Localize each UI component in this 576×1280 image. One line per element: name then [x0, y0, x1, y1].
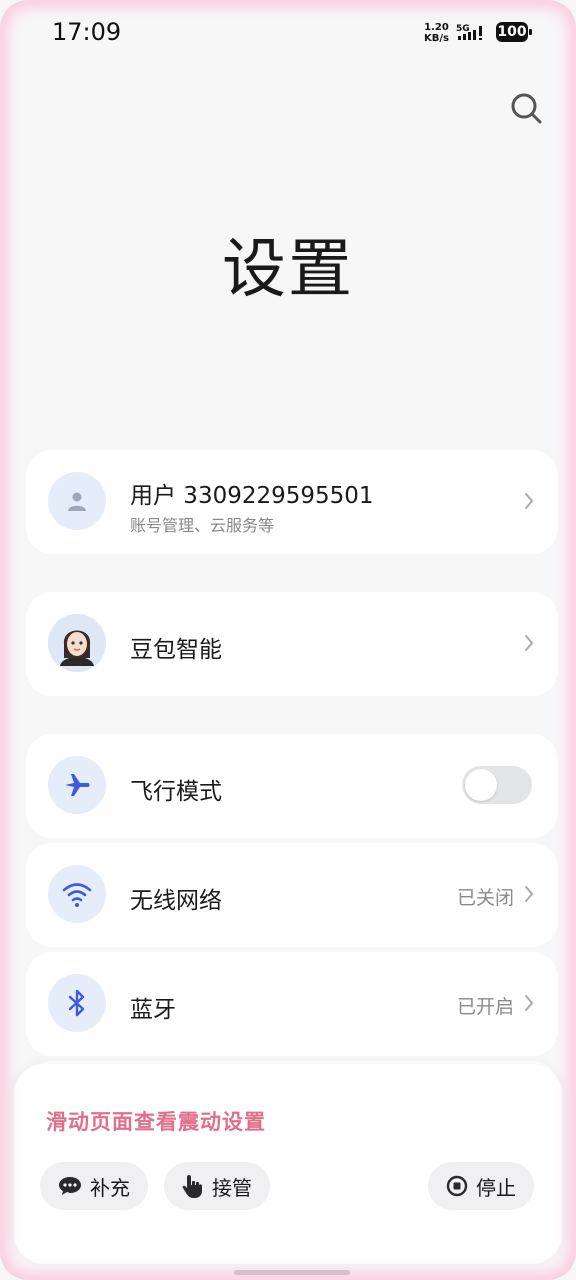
- net-speed-value: 1.20: [424, 22, 449, 33]
- bluetooth-icon-wrap: [48, 974, 106, 1032]
- chevron-right-icon: [525, 493, 534, 509]
- search-icon[interactable]: [508, 90, 544, 126]
- airplane-icon-wrap: [48, 756, 106, 814]
- signal-icon: 5G: [456, 24, 482, 40]
- agent-hint-text: 滑动页面查看震动设置: [46, 1110, 266, 1134]
- assistant-avatar-icon: [48, 614, 106, 672]
- wifi-row[interactable]: 无线网络 已关闭: [26, 843, 558, 947]
- toggle-knob: [465, 769, 497, 801]
- chevron-right-icon: [525, 995, 534, 1011]
- home-indicator[interactable]: [234, 1270, 350, 1275]
- chat-bubble-icon: [59, 1177, 81, 1195]
- stop-icon: [446, 1175, 468, 1197]
- wifi-status: 已关闭: [456, 887, 514, 909]
- airplane-mode-toggle[interactable]: [462, 766, 532, 804]
- network-type: 5G: [456, 24, 470, 34]
- supplement-button[interactable]: 补充: [40, 1162, 148, 1210]
- hand-pointer-icon: [182, 1175, 202, 1198]
- wifi-icon: [62, 883, 92, 907]
- account-subtitle: 账号管理、云服务等: [130, 516, 275, 535]
- user-icon: [68, 492, 86, 511]
- chevron-right-icon: [525, 635, 534, 651]
- battery-indicator: 100: [496, 22, 532, 42]
- airplane-mode-row[interactable]: 飞行模式: [26, 734, 558, 838]
- takeover-label: 接管: [212, 1175, 252, 1200]
- agent-control-panel: 滑动页面查看震动设置 补充 接管 停止: [14, 1064, 562, 1264]
- bluetooth-icon: [68, 989, 85, 1017]
- page-title: 设置: [222, 233, 354, 307]
- stop-label: 停止: [476, 1175, 516, 1200]
- bluetooth-status: 已开启: [456, 996, 514, 1018]
- account-card[interactable]: 用户 3309229595501 账号管理、云服务等: [26, 450, 558, 554]
- takeover-button[interactable]: 接管: [164, 1162, 270, 1210]
- bluetooth-row[interactable]: 蓝牙 已开启: [26, 952, 558, 1056]
- status-time: 17:09: [52, 18, 122, 46]
- net-speed: 1.20 KB/s: [424, 22, 449, 44]
- status-bar: 17:09 1.20 KB/s 5G 100: [0, 0, 576, 64]
- stop-button[interactable]: 停止: [428, 1162, 534, 1210]
- chevron-right-icon: [525, 886, 534, 902]
- assistant-label: 豆包智能: [130, 637, 222, 663]
- wifi-label: 无线网络: [130, 888, 222, 914]
- account-name: 用户 3309229595501: [130, 483, 374, 509]
- airplane-mode-label: 飞行模式: [130, 779, 222, 805]
- assistant-card[interactable]: 豆包智能: [26, 592, 558, 696]
- net-speed-unit: KB/s: [424, 33, 449, 44]
- wifi-icon-wrap: [48, 865, 106, 923]
- assistant-avatar: [48, 614, 106, 672]
- avatar: [48, 472, 106, 530]
- supplement-label: 补充: [90, 1175, 130, 1200]
- bluetooth-label: 蓝牙: [130, 997, 176, 1023]
- airplane-icon: [65, 774, 90, 796]
